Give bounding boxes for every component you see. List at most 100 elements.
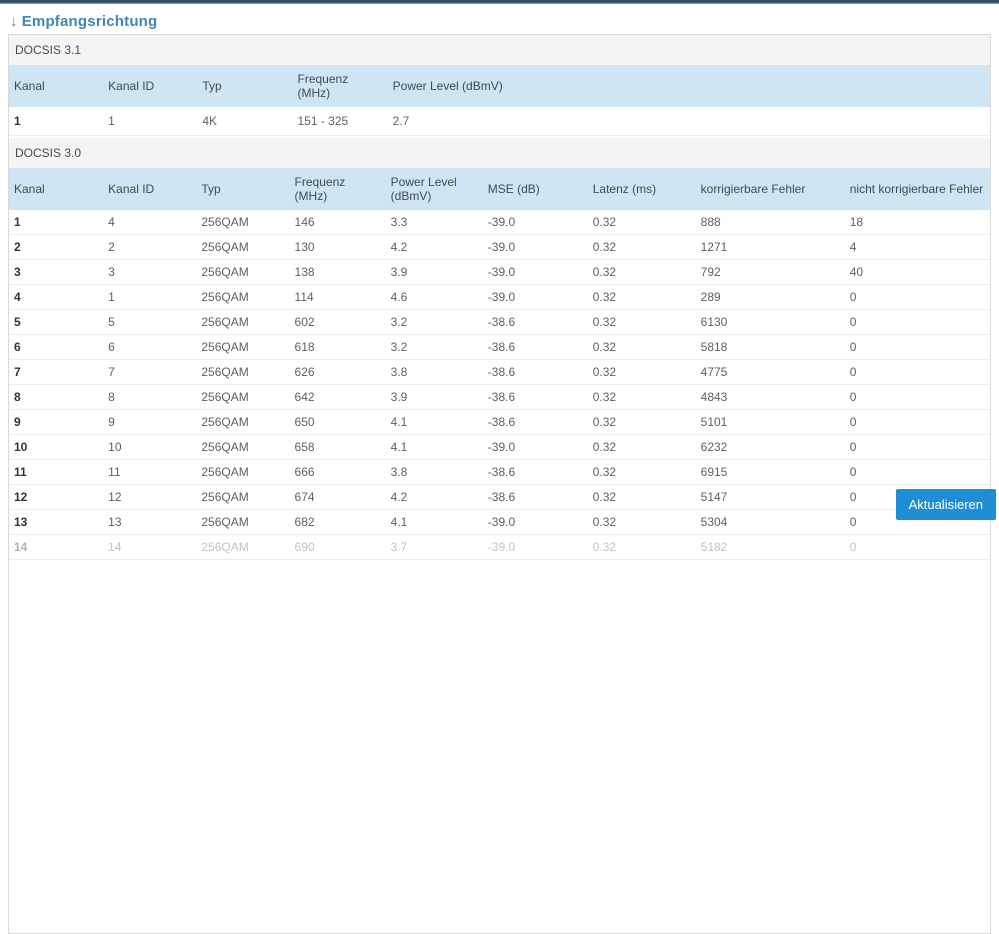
table-cell: 4.2 [385, 234, 483, 260]
table-cell: 256QAM [196, 309, 290, 335]
column-header: Power Level (dBmV) [387, 65, 990, 107]
column-header: Kanal [9, 168, 104, 210]
table-cell: 4.1 [385, 434, 483, 460]
table-cell: 4K [197, 107, 293, 136]
table-cell: 7 [103, 359, 197, 385]
table-cell: 650 [289, 409, 386, 435]
table-cell: 138 [289, 259, 386, 285]
table-cell: 3.9 [385, 259, 483, 285]
table-cell: 3.8 [385, 459, 483, 485]
table-cell: 602 [289, 309, 386, 335]
refresh-button[interactable]: Aktualisieren [895, 489, 996, 520]
table-cell: 40 [844, 259, 990, 285]
table-cell: 5 [9, 309, 104, 335]
table-cell: 256QAM [196, 509, 290, 535]
table-cell: 14 [103, 534, 197, 560]
table-row: 9 9 256QAM 650 4.1 -38.6 0.32 5101 0 [9, 409, 990, 435]
column-header: Kanal ID [103, 168, 197, 210]
table-cell: 13 [103, 509, 197, 535]
docsis-31-section-title: DOCSIS 3.1 [9, 35, 990, 65]
table-cell: -38.6 [482, 459, 588, 485]
table-cell: 0 [844, 534, 990, 560]
docsis-30-section-title: DOCSIS 3.0 [9, 138, 990, 168]
table-row: 7 7 256QAM 626 3.8 -38.6 0.32 4775 0 [9, 359, 990, 385]
table-cell: 4.6 [385, 284, 483, 310]
table-row: 1 1 4K 151 - 325 2.7 [9, 107, 990, 136]
table-cell: 3.2 [385, 334, 483, 360]
table-cell: 7 [9, 359, 104, 385]
table-cell: -38.6 [482, 409, 588, 435]
table-cell: 256QAM [196, 234, 290, 260]
table-cell: 4.1 [385, 409, 483, 435]
page-title: ↓ Empfangsrichtung [10, 13, 999, 30]
table-cell: 618 [289, 334, 386, 360]
table-cell: -38.6 [482, 384, 588, 410]
table-cell: 5818 [695, 334, 845, 360]
table-cell: 146 [289, 210, 386, 235]
table-cell: 6 [9, 334, 104, 360]
table-cell: 1 [9, 210, 104, 235]
table-row: 8 8 256QAM 642 3.9 -38.6 0.32 4843 0 [9, 384, 990, 410]
table-cell: -38.6 [482, 334, 588, 360]
page-title-label: Empfangsrichtung [21, 13, 158, 30]
table-cell: -39.0 [482, 509, 588, 535]
table-cell: 114 [289, 284, 386, 310]
table-row: 3 3 256QAM 138 3.9 -39.0 0.32 792 40 [9, 259, 990, 285]
column-header: Frequenz (MHz) [289, 168, 386, 210]
table-cell: 256QAM [196, 534, 290, 560]
table-cell: 5182 [695, 534, 845, 560]
table-cell: -39.0 [482, 284, 588, 310]
table-cell: 4 [9, 284, 104, 310]
table-header-row: Kanal Kanal ID Typ Frequenz (MHz) Power Leve… [9, 168, 990, 210]
table-cell: 289 [695, 284, 845, 310]
table-cell: 2.7 [387, 107, 990, 136]
table-cell: 3.9 [385, 384, 483, 410]
table-cell: 658 [289, 434, 386, 460]
table-cell: 0.32 [587, 534, 696, 560]
table-cell: 6130 [695, 309, 845, 335]
table-cell: 0.32 [587, 309, 696, 335]
table-cell: 256QAM [196, 334, 290, 360]
table-cell: 792 [695, 259, 845, 285]
table-cell: 10 [9, 434, 104, 460]
column-header: korrigierbare Fehler [695, 168, 845, 210]
column-header: Kanal [9, 65, 104, 107]
table-cell: 1 [103, 284, 197, 310]
table-cell: 888 [695, 210, 845, 235]
table-cell: 4843 [695, 384, 845, 410]
table-cell: 8 [103, 384, 197, 410]
table-cell: 4775 [695, 359, 845, 385]
table-cell: 1271 [695, 234, 845, 260]
table-header-row: Kanal Kanal ID Typ Frequenz (MHz) Power Leve… [9, 65, 990, 107]
table-cell: 256QAM [196, 210, 290, 235]
table-row: 13 13 256QAM 682 4.1 -39.0 0.32 5304 0 [9, 509, 990, 535]
table-row: 11 11 256QAM 666 3.8 -38.6 0.32 6915 0 [9, 459, 990, 485]
table-cell: 6232 [695, 434, 845, 460]
table-row: 1 4 256QAM 146 3.3 -39.0 0.32 888 18 [9, 210, 990, 235]
table-cell: 0.32 [587, 210, 696, 235]
table-cell: 9 [103, 409, 197, 435]
table-row: 4 1 256QAM 114 4.6 -39.0 0.32 289 0 [9, 284, 990, 310]
table-cell: 5 [103, 309, 197, 335]
table-row: 2 2 256QAM 130 4.2 -39.0 0.32 1271 4 [9, 234, 990, 260]
table-cell: -39.0 [482, 210, 588, 235]
column-header: Kanal ID [103, 65, 198, 107]
table-cell: 3.2 [385, 309, 483, 335]
column-header: Typ [197, 65, 293, 107]
table-cell: 11 [103, 459, 197, 485]
table-cell: 626 [289, 359, 386, 385]
table-cell: 130 [289, 234, 386, 260]
table-cell: 682 [289, 509, 386, 535]
column-header: Power Level (dBmV) [385, 168, 483, 210]
docsis-31-section: DOCSIS 3.1 Kanal Kanal ID Typ Frequenz (MHz… [9, 35, 990, 136]
table-row: 6 6 256QAM 618 3.2 -38.6 0.32 5818 0 [9, 334, 990, 360]
column-header: Typ [196, 168, 290, 210]
table-cell: 0 [844, 309, 990, 335]
table-cell: 8 [9, 384, 104, 410]
top-accent-bar [0, 0, 999, 4]
table-cell: 5304 [695, 509, 845, 535]
column-header: Latenz (ms) [587, 168, 696, 210]
table-cell: 4 [103, 210, 197, 235]
table-cell: 666 [289, 459, 386, 485]
table-cell: 0.32 [587, 284, 696, 310]
